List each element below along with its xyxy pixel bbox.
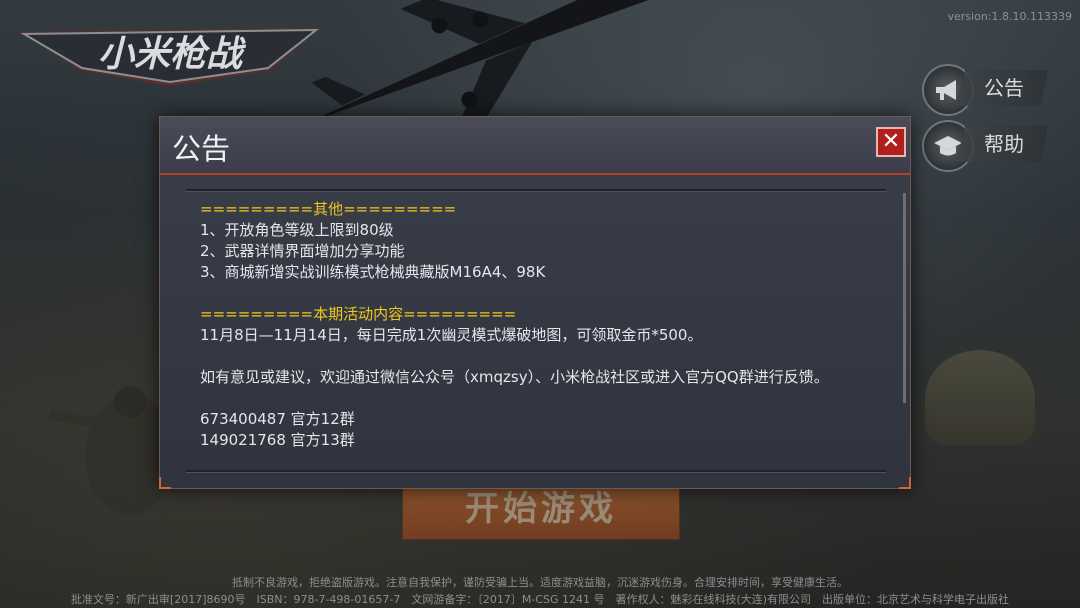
dialog-header: 公告 ✕ [160,117,910,175]
corner-decoration [159,477,171,489]
qq-group: 673400487 官方12群 [200,410,355,428]
announcement-dialog: 公告 ✕ =========其他========= 1、开放角色等级上限到80级… [159,116,911,489]
health-notice: 抵制不良游戏，拒绝盗版游戏。注意自我保护，谨防受骗上当。适度游戏益脑，沉迷游戏伤… [232,576,848,589]
scrollbar[interactable] [903,193,906,403]
help-label: 帮助 [956,126,1048,162]
divider-top [186,189,886,191]
qq-group: 149021768 官方13群 [200,431,355,449]
event-text: 11月8日—11月14日，每日完成1次幽灵模式爆破地图，可领取金币*500。 [200,326,703,344]
help-side-button[interactable]: 帮助 [922,120,1050,172]
close-button[interactable]: ✕ [876,127,906,157]
publication-info: 批准文号：新广出审[2017]8690号 ISBN：978-7-498-0165… [70,593,1010,606]
divider-bottom [186,470,886,472]
svg-text:小米枪战: 小米枪战 [98,34,246,75]
game-logo: 小米枪战 [20,28,320,86]
announcement-label: 公告 [956,70,1048,106]
list-item: 2、武器详情界面增加分享功能 [200,242,405,260]
announcement-content: =========其他========= 1、开放角色等级上限到80级 2、武器… [200,199,880,451]
section-heading-other: =========其他========= [200,200,457,218]
version-label: version:1.8.10.113339 [947,10,1072,23]
section-heading-event: =========本期活动内容========= [200,305,517,323]
list-item: 3、商城新增实战训练模式枪械典藏版M16A4、98K [200,263,546,281]
corner-decoration [899,477,911,489]
announcement-side-button[interactable]: 公告 [922,64,1050,116]
list-item: 1、开放角色等级上限到80级 [200,221,394,239]
feedback-text: 如有意见或建议，欢迎通过微信公众号（xmqzsy）、小米枪战社区或进入官方QQ群… [200,368,829,386]
dialog-title: 公告 [172,132,231,166]
